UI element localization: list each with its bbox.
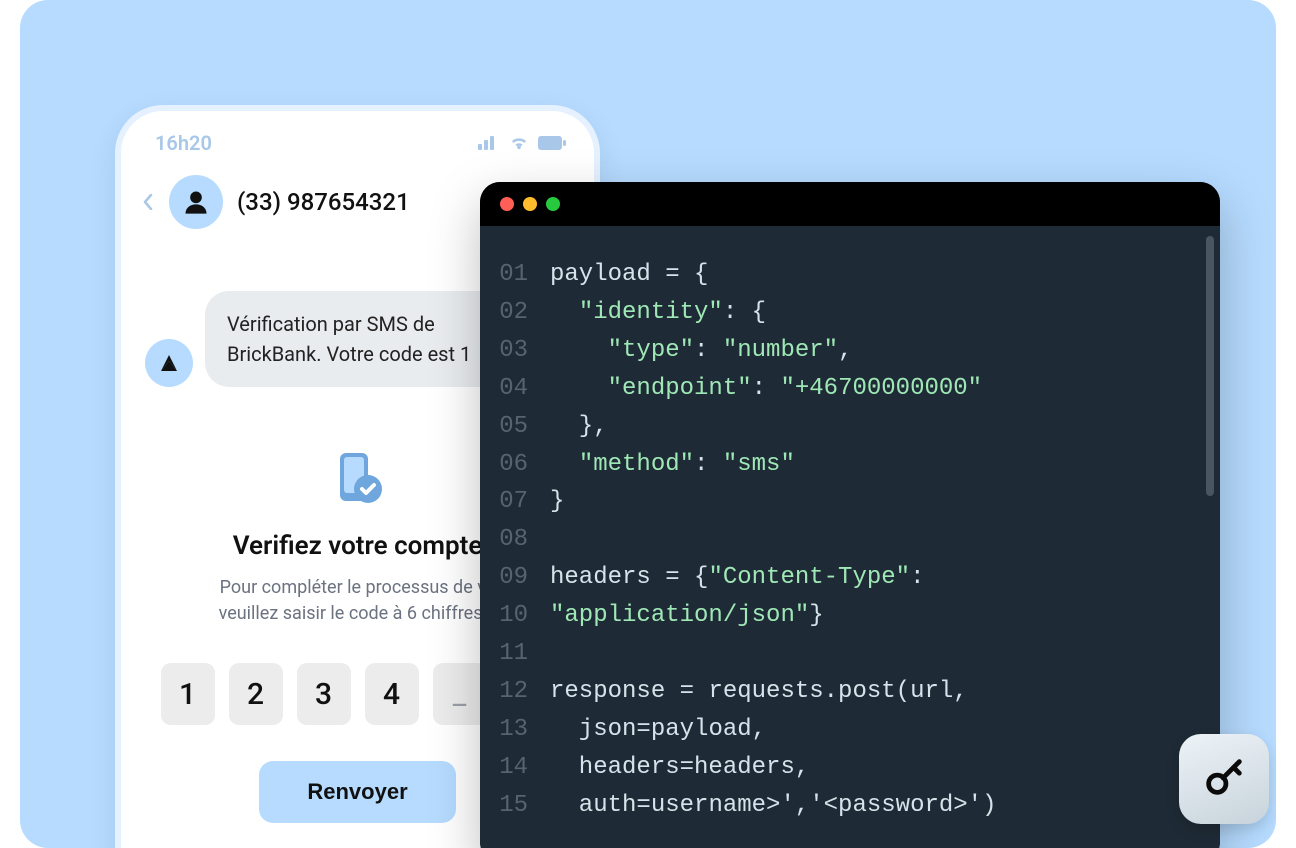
code-text: auth=username>','<password>') <box>550 787 996 825</box>
code-line: 10"application/json"} <box>480 597 1220 635</box>
line-number: 06 <box>480 446 550 484</box>
otp-digit[interactable]: 2 <box>229 663 283 725</box>
code-line: 15 auth=username>','<password>') <box>480 787 1220 825</box>
line-number: 07 <box>480 483 550 521</box>
resend-button[interactable]: Renvoyer <box>259 761 455 823</box>
status-icons <box>478 131 566 155</box>
code-line: 09headers = {"Content-Type": <box>480 559 1220 597</box>
code-line: 05 }, <box>480 408 1220 446</box>
otp-digit[interactable]: 3 <box>297 663 351 725</box>
otp-digit[interactable]: _ <box>433 663 487 725</box>
code-line: 14 headers=headers, <box>480 749 1220 787</box>
code-line: 06 "method": "sms" <box>480 446 1220 484</box>
code-editor: 01payload = {02 "identity": {03 "type": … <box>480 226 1220 848</box>
otp-digit[interactable]: 1 <box>161 663 215 725</box>
hero-canvas: 16h20 (33) 987654321 <box>20 0 1276 848</box>
code-line: 07} <box>480 483 1220 521</box>
code-line: 04 "endpoint": "+46700000000" <box>480 370 1220 408</box>
wifi-icon <box>508 131 530 155</box>
line-number: 03 <box>480 332 550 370</box>
sender-avatar <box>145 339 193 387</box>
battery-icon <box>538 131 566 155</box>
code-text: "identity": { <box>550 294 766 332</box>
line-number: 05 <box>480 408 550 446</box>
line-number: 13 <box>480 711 550 749</box>
line-number: 12 <box>480 673 550 711</box>
line-number: 04 <box>480 370 550 408</box>
line-number: 10 <box>480 597 550 635</box>
code-text: "endpoint": "+46700000000" <box>550 370 982 408</box>
back-icon[interactable] <box>141 192 155 212</box>
code-text: headers=headers, <box>550 749 809 787</box>
line-number: 15 <box>480 787 550 825</box>
scrollbar[interactable] <box>1206 236 1214 496</box>
code-window: 01payload = {02 "identity": {03 "type": … <box>480 182 1220 848</box>
phone-status-bar: 16h20 <box>121 111 594 161</box>
code-text: "type": "number", <box>550 332 852 370</box>
code-text: headers = {"Content-Type": <box>550 559 924 597</box>
otp-digit[interactable]: 4 <box>365 663 419 725</box>
key-icon <box>1201 754 1247 804</box>
status-time: 16h20 <box>155 131 212 155</box>
code-line: 12response = requests.post(url, <box>480 673 1220 711</box>
contact-avatar <box>169 175 223 229</box>
code-line: 02 "identity": { <box>480 294 1220 332</box>
line-number: 09 <box>480 559 550 597</box>
code-text: }, <box>550 408 608 446</box>
code-text: "application/json"} <box>550 597 824 635</box>
line-number: 01 <box>480 256 550 294</box>
code-text: "method": "sms" <box>550 446 795 484</box>
code-line: 01payload = { <box>480 256 1220 294</box>
line-number: 14 <box>480 749 550 787</box>
code-line: 11 <box>480 635 1220 673</box>
code-text: json=payload, <box>550 711 766 749</box>
line-number: 11 <box>480 635 550 673</box>
key-fab-button[interactable] <box>1179 734 1269 824</box>
window-minimize-icon[interactable] <box>523 197 537 211</box>
window-maximize-icon[interactable] <box>546 197 560 211</box>
line-number: 08 <box>480 521 550 559</box>
code-text: payload = { <box>550 256 708 294</box>
code-line: 08 <box>480 521 1220 559</box>
code-text: response = requests.post(url, <box>550 673 968 711</box>
window-titlebar <box>480 182 1220 226</box>
code-line: 03 "type": "number", <box>480 332 1220 370</box>
code-line: 13 json=payload, <box>480 711 1220 749</box>
code-content: 01payload = {02 "identity": {03 "type": … <box>480 256 1220 825</box>
window-close-icon[interactable] <box>500 197 514 211</box>
signal-icon <box>478 131 500 155</box>
sms-bubble: Vérification par SMS de BrickBank. Votre… <box>205 291 525 387</box>
line-number: 02 <box>480 294 550 332</box>
code-text: } <box>550 483 564 521</box>
contact-number: (33) 987654321 <box>237 188 410 216</box>
